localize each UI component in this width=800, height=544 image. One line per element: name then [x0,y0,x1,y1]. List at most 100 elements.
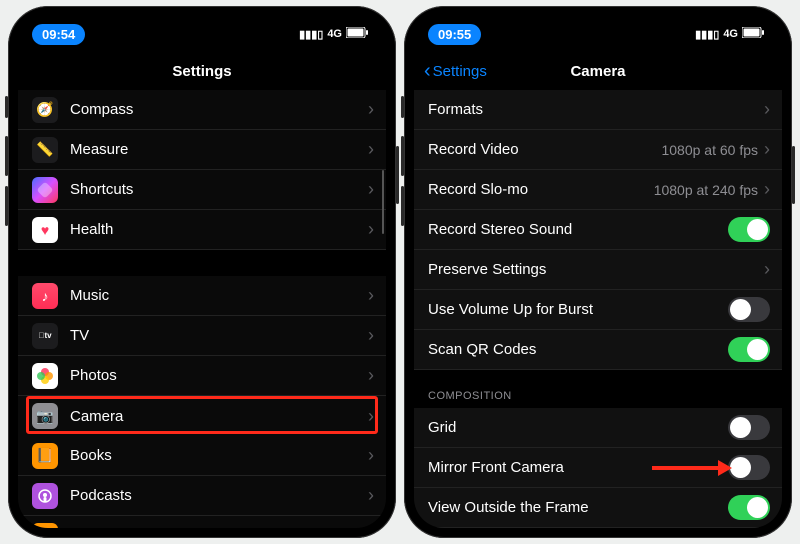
battery-icon [346,27,368,41]
toggle-stereo-sound[interactable] [728,217,770,242]
power-button [792,146,795,204]
row-label: TV [70,327,368,344]
network-label: 4G [327,28,342,40]
network-label: 4G [723,28,738,40]
row-label: View Outside the Frame [428,499,728,516]
row-itunesu[interactable]: 🎓 iTunes U › [18,516,386,528]
row-label: Music [70,287,368,304]
volume-up-button [5,136,8,176]
podcasts-icon [32,483,58,509]
row-label: Scan QR Codes [428,341,728,358]
phone-left: 09:54 ▮▮▮▯ 4G Settings 🧭 Compass › 📏 Mea… [8,6,396,538]
row-preserve-settings[interactable]: Preserve Settings › [414,250,782,290]
toggle-volume-burst[interactable] [728,297,770,322]
status-time[interactable]: 09:54 [32,24,85,45]
chevron-right-icon: › [764,139,770,160]
chevron-right-icon: › [368,365,374,386]
toggle-view-outside-frame[interactable] [728,495,770,520]
compass-icon: 🧭 [32,97,58,123]
shortcuts-icon [32,177,58,203]
toggle-mirror-front-camera[interactable] [728,455,770,480]
measure-icon: 📏 [32,137,58,163]
chevron-right-icon: › [368,445,374,466]
chevron-left-icon: ‹ [424,61,431,81]
chevron-right-icon: › [368,525,374,528]
row-view-outside-frame: View Outside the Frame [414,488,782,528]
signal-icon: ▮▮▮▯ [299,28,323,41]
row-label: Measure [70,141,368,158]
chevron-right-icon: › [368,406,374,427]
row-books[interactable]: 📙 Books › [18,436,386,476]
row-label: Shortcuts [70,181,368,198]
health-icon: ♥ [32,217,58,243]
row-shortcuts[interactable]: Shortcuts › [18,170,386,210]
row-label: Compass [70,101,368,118]
row-label: Health [70,221,368,238]
chevron-right-icon: › [368,99,374,120]
row-label: Podcasts [70,487,368,504]
row-scan-qr: Scan QR Codes [414,330,782,370]
section-header-composition: COMPOSITION [414,370,782,408]
scroll-indicator[interactable] [382,170,384,234]
chevron-right-icon: › [368,485,374,506]
settings-list[interactable]: 🧭 Compass › 📏 Measure › Shortcuts › ♥ He… [18,90,386,528]
row-value: 1080p at 60 fps [661,142,758,158]
row-music[interactable]: ♪ Music › [18,276,386,316]
row-volume-burst: Use Volume Up for Burst [414,290,782,330]
chevron-right-icon: › [764,179,770,200]
back-label: Settings [433,63,487,80]
row-measure[interactable]: 📏 Measure › [18,130,386,170]
chevron-right-icon: › [764,99,770,120]
chevron-right-icon: › [368,325,374,346]
row-label: Books [70,447,368,464]
row-value: 1080p at 240 fps [654,182,758,198]
screen-camera-settings: 09:55 ▮▮▮▯ 4G ‹ Settings Camera Formats … [414,16,782,528]
row-label: Record Video [428,141,661,158]
mute-switch [5,96,8,118]
mute-switch [401,96,404,118]
toggle-scan-qr[interactable] [728,337,770,362]
row-record-video[interactable]: Record Video 1080p at 60 fps › [414,130,782,170]
chevron-right-icon: › [368,285,374,306]
row-record-slomo[interactable]: Record Slo-mo 1080p at 240 fps › [414,170,782,210]
chevron-right-icon: › [368,219,374,240]
volume-down-button [401,186,404,226]
camera-settings-list[interactable]: Formats › Record Video 1080p at 60 fps ›… [414,90,782,528]
row-label: Record Slo-mo [428,181,654,198]
row-label: Use Volume Up for Burst [428,301,728,318]
photos-icon [32,363,58,389]
signal-icon: ▮▮▮▯ [695,28,719,41]
status-time[interactable]: 09:55 [428,24,481,45]
battery-icon [742,27,764,41]
row-formats[interactable]: Formats › [414,90,782,130]
row-tv[interactable]: tv TV › [18,316,386,356]
itunesu-icon: 🎓 [32,523,58,529]
row-photos[interactable]: Photos › [18,356,386,396]
chevron-right-icon: › [368,179,374,200]
volume-up-button [401,136,404,176]
page-title: Camera [570,63,625,80]
row-stereo-sound: Record Stereo Sound [414,210,782,250]
back-button[interactable]: ‹ Settings [424,61,487,81]
annotation-arrow [652,466,720,470]
toggle-grid[interactable] [728,415,770,440]
row-label: iTunes U [70,527,368,528]
row-compass[interactable]: 🧭 Compass › [18,90,386,130]
page-title: Settings [172,63,231,80]
books-icon: 📙 [32,443,58,469]
row-grid: Grid [414,408,782,448]
notch [518,16,678,42]
navbar: ‹ Settings Camera [414,52,782,90]
row-camera[interactable]: 📷 Camera › [18,396,386,436]
power-button [396,146,399,204]
phone-right: 09:55 ▮▮▮▯ 4G ‹ Settings Camera Formats … [404,6,792,538]
screen-settings: 09:54 ▮▮▮▯ 4G Settings 🧭 Compass › 📏 Mea… [18,16,386,528]
row-label: Grid [428,419,728,436]
row-podcasts[interactable]: Podcasts › [18,476,386,516]
camera-icon: 📷 [32,403,58,429]
volume-down-button [5,186,8,226]
music-icon: ♪ [32,283,58,309]
row-health[interactable]: ♥ Health › [18,210,386,250]
row-mirror-front-camera: Mirror Front Camera [414,448,782,488]
row-label: Formats [428,101,764,118]
